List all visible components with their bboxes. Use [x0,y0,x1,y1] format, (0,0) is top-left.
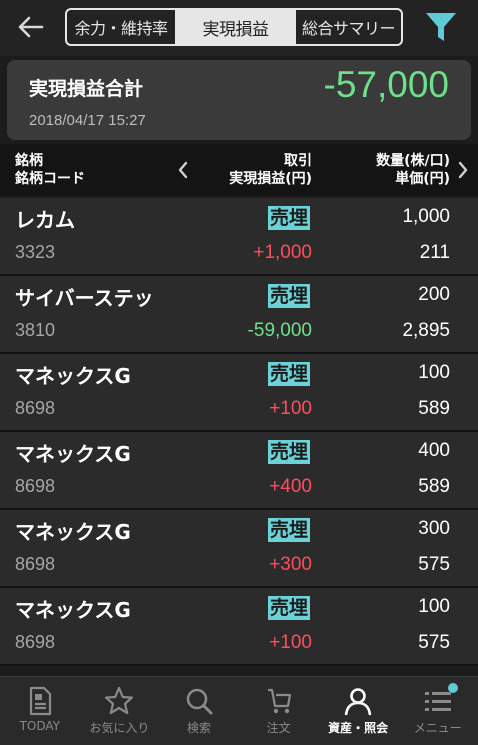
nav-label-menu: メニュー [413,721,462,735]
quantity-value: 1,000 [402,206,450,227]
nav-menu[interactable]: メニュー [398,677,478,745]
tab-summary[interactable]: 総合サマリー [294,10,401,44]
unit-price-value: 575 [418,632,450,653]
header-stock-name: 銘柄 [15,153,43,169]
bottom-navigation: TODAY お気に入り 検索 注文 資産・照会 メニュー [0,676,478,745]
stock-name: サイバーステッ [15,286,154,310]
table-row[interactable]: マネックスG 8698 売埋 +300 300 575 [0,510,478,588]
stock-name: レカム [15,208,75,232]
nav-label-today: TODAY [19,719,60,733]
table-row[interactable]: マネックスG 8698 売埋 +100 100 575 [0,588,478,666]
realized-pl-value: +300 [269,554,312,575]
table-row[interactable]: マネックスG 8698 売埋 +400 400 589 [0,432,478,510]
unit-price-value: 589 [418,398,450,419]
search-icon [186,688,213,715]
header-realized-pl: 実現損益(円) [229,171,312,187]
header-stock-code: 銘柄コード [15,171,85,187]
realized-pl-value: +100 [269,398,312,419]
unit-price-value: 575 [418,554,450,575]
summary-total-value: -57,000 [323,64,450,105]
header-unit-price: 単価(円) [395,171,450,187]
stock-name: マネックスG [15,598,131,622]
nav-today[interactable]: TODAY [0,677,80,745]
chevron-left-icon[interactable] [176,160,190,180]
table-row[interactable]: レカム 3323 売埋 +1,000 1,000 211 [0,198,478,276]
stock-code: 8698 [15,476,56,496]
nav-label-favorites: お気に入り [89,721,150,735]
stock-name: マネックスG [15,520,131,544]
app-header: 余力・維持率 実現損益 総合サマリー [0,0,478,56]
trade-type-badge: 売埋 [268,206,311,230]
header-quantity: 数量(株/口) [376,153,450,169]
trade-type-badge: 売埋 [268,518,311,542]
document-icon [29,686,51,716]
summary-datetime: 2018/04/17 15:27 [29,112,146,129]
nav-label-order: 注文 [266,721,291,735]
header-trade: 取引 [284,153,312,169]
table-row[interactable]: サイバーステッ 3810 売埋 -59,000 200 2,895 [0,276,478,354]
quantity-value: 400 [418,440,450,461]
quantity-value: 300 [418,518,450,539]
nav-order[interactable]: 注文 [239,677,319,745]
unit-price-value: 589 [418,476,450,497]
stock-code: 8698 [15,554,56,574]
chevron-right-icon[interactable] [456,160,470,180]
trade-type-badge: 売埋 [268,362,311,386]
filter-icon[interactable] [424,10,458,44]
nav-favorites[interactable]: お気に入り [80,677,160,745]
realized-pl-value: +100 [269,632,312,653]
realized-pl-value: +400 [269,476,312,497]
tab-switcher: 余力・維持率 実現損益 総合サマリー [65,8,403,46]
tab-realized-pl[interactable]: 実現損益 [177,10,294,44]
trade-list: レカム 3323 売埋 +1,000 1,000 211 サイバーステッ 381… [0,198,478,666]
back-arrow-icon[interactable] [16,12,46,42]
nav-assets[interactable]: 資産・照会 [318,677,398,745]
trade-type-badge: 売埋 [268,440,311,464]
star-icon [105,686,134,715]
realized-pl-value: -59,000 [247,320,312,341]
summary-title: 実現損益合計 [29,78,144,100]
stock-code: 3323 [15,242,56,262]
trade-type-badge: 売埋 [268,284,311,308]
stock-name: マネックスG [15,364,131,388]
tab-margin[interactable]: 余力・維持率 [67,10,177,44]
table-row[interactable]: マネックスG 8698 売埋 +100 100 589 [0,354,478,432]
realized-pl-value: +1,000 [253,242,312,263]
stock-name: マネックスG [15,442,131,466]
stock-code: 8698 [15,398,56,418]
trade-type-badge: 売埋 [268,596,311,620]
cart-icon [267,688,291,714]
person-icon [344,688,372,716]
table-header: 銘柄 銘柄コード 取引 実現損益(円) 数量(株/口) 単価(円) [0,144,478,196]
stock-code: 8698 [15,632,56,652]
nav-search[interactable]: 検索 [159,677,239,745]
nav-label-assets: 資産・照会 [328,721,389,735]
stock-code: 3810 [15,320,56,340]
unit-price-value: 2,895 [402,320,450,341]
unit-price-value: 211 [419,242,450,263]
quantity-value: 100 [418,362,450,383]
nav-label-search: 検索 [186,721,211,735]
notification-dot [447,683,458,693]
realized-pl-summary: 実現損益合計 -57,000 2018/04/17 15:27 [7,60,471,140]
quantity-value: 200 [418,284,450,305]
quantity-value: 100 [418,596,450,617]
